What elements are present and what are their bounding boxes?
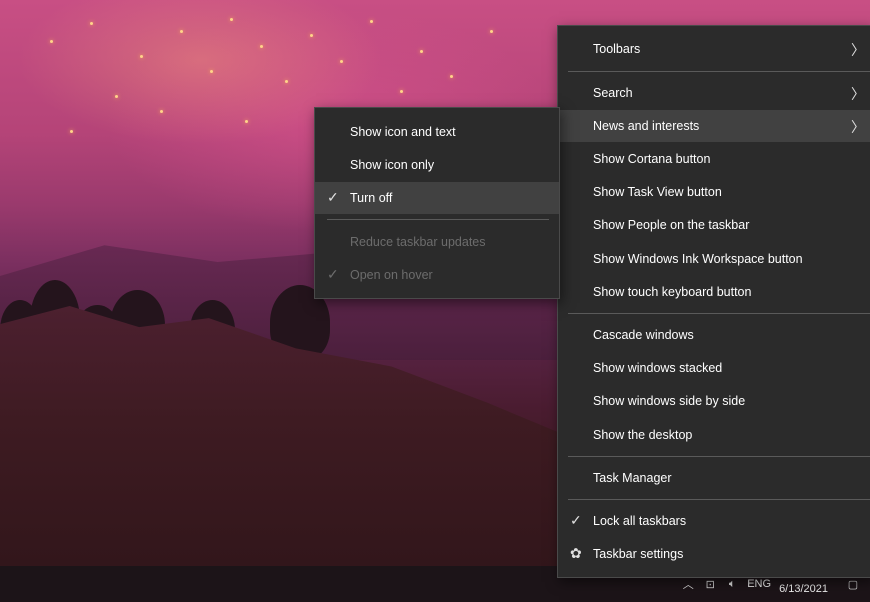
menu-item-show-touch-keyboard[interactable]: Show touch keyboard button <box>558 276 870 308</box>
submenu-item-open-on-hover: ✓ Open on hover <box>315 259 559 291</box>
language-indicator[interactable]: ENG <box>747 578 771 590</box>
menu-item-label: Show windows stacked <box>593 361 723 375</box>
menu-item-label: Show icon only <box>350 158 435 172</box>
menu-item-label: Show Task View button <box>593 185 722 199</box>
checkmark-icon: ✓ <box>327 266 339 282</box>
menu-separator <box>568 313 870 314</box>
menu-item-label: News and interests <box>593 119 700 133</box>
menu-item-show-people[interactable]: Show People on the taskbar <box>558 209 870 241</box>
menu-item-show-windows-side-by-side[interactable]: Show windows side by side <box>558 385 870 417</box>
menu-separator <box>327 219 549 220</box>
menu-item-show-task-view-button[interactable]: Show Task View button <box>558 176 870 208</box>
menu-item-label: Reduce taskbar updates <box>350 235 486 249</box>
menu-separator <box>568 499 870 500</box>
menu-item-task-manager[interactable]: Task Manager <box>558 462 870 494</box>
menu-item-label: Show Windows Ink Workspace button <box>593 252 803 266</box>
menu-item-show-the-desktop[interactable]: Show the desktop <box>558 419 870 451</box>
submenu-item-show-icon-and-text[interactable]: Show icon and text <box>315 116 559 148</box>
menu-item-label: Lock all taskbars <box>593 514 687 528</box>
submenu-item-reduce-taskbar-updates: Reduce taskbar updates <box>315 226 559 258</box>
clock-date: 6/13/2021 <box>779 583 828 595</box>
menu-item-label: Taskbar settings <box>593 547 684 561</box>
notification-icon[interactable]: ▢ <box>846 577 860 591</box>
menu-item-label: Show icon and text <box>350 125 456 139</box>
menu-item-toolbars[interactable]: Toolbars 〉 <box>558 33 870 65</box>
menu-separator <box>568 456 870 457</box>
volume-icon[interactable]: 🔈︎ <box>725 577 739 591</box>
menu-item-label: Task Manager <box>593 471 672 485</box>
menu-item-label: Show touch keyboard button <box>593 285 752 299</box>
menu-item-label: Show windows side by side <box>593 394 746 408</box>
menu-item-show-windows-stacked[interactable]: Show windows stacked <box>558 352 870 384</box>
news-and-interests-submenu: Show icon and text Show icon only ✓ Turn… <box>314 107 560 299</box>
taskbar-context-menu: Toolbars 〉 Search 〉 News and interests 〉… <box>557 25 870 578</box>
chevron-right-icon: 〉 <box>851 42 865 58</box>
menu-item-search[interactable]: Search 〉 <box>558 77 870 109</box>
menu-item-label: Search <box>593 86 633 100</box>
checkmark-icon: ✓ <box>570 512 582 528</box>
menu-item-label: Cascade windows <box>593 328 694 342</box>
menu-item-news-and-interests[interactable]: News and interests 〉 <box>558 110 870 142</box>
menu-item-label: Toolbars <box>593 42 641 56</box>
menu-item-lock-all-taskbars[interactable]: ✓ Lock all taskbars <box>558 505 870 537</box>
menu-item-label: Show the desktop <box>593 428 693 442</box>
submenu-item-turn-off[interactable]: ✓ Turn off <box>315 182 559 214</box>
menu-item-label: Turn off <box>350 191 393 205</box>
menu-item-label: Open on hover <box>350 268 433 282</box>
menu-separator <box>568 71 870 72</box>
menu-item-cascade-windows[interactable]: Cascade windows <box>558 319 870 351</box>
menu-item-show-ink-workspace[interactable]: Show Windows Ink Workspace button <box>558 243 870 275</box>
chevron-up-icon[interactable]: ︿ <box>681 577 695 591</box>
submenu-item-show-icon-only[interactable]: Show icon only <box>315 149 559 181</box>
chevron-right-icon: 〉 <box>851 86 865 102</box>
menu-item-taskbar-settings[interactable]: ✿ Taskbar settings <box>558 538 870 570</box>
menu-item-label: Show People on the taskbar <box>593 218 750 232</box>
chevron-right-icon: 〉 <box>851 119 865 135</box>
menu-item-label: Show Cortana button <box>593 152 711 166</box>
checkmark-icon: ✓ <box>327 189 339 205</box>
menu-item-show-cortana-button[interactable]: Show Cortana button <box>558 143 870 175</box>
gear-icon: ✿ <box>570 545 582 561</box>
network-icon[interactable]: ⊡ <box>703 577 717 591</box>
